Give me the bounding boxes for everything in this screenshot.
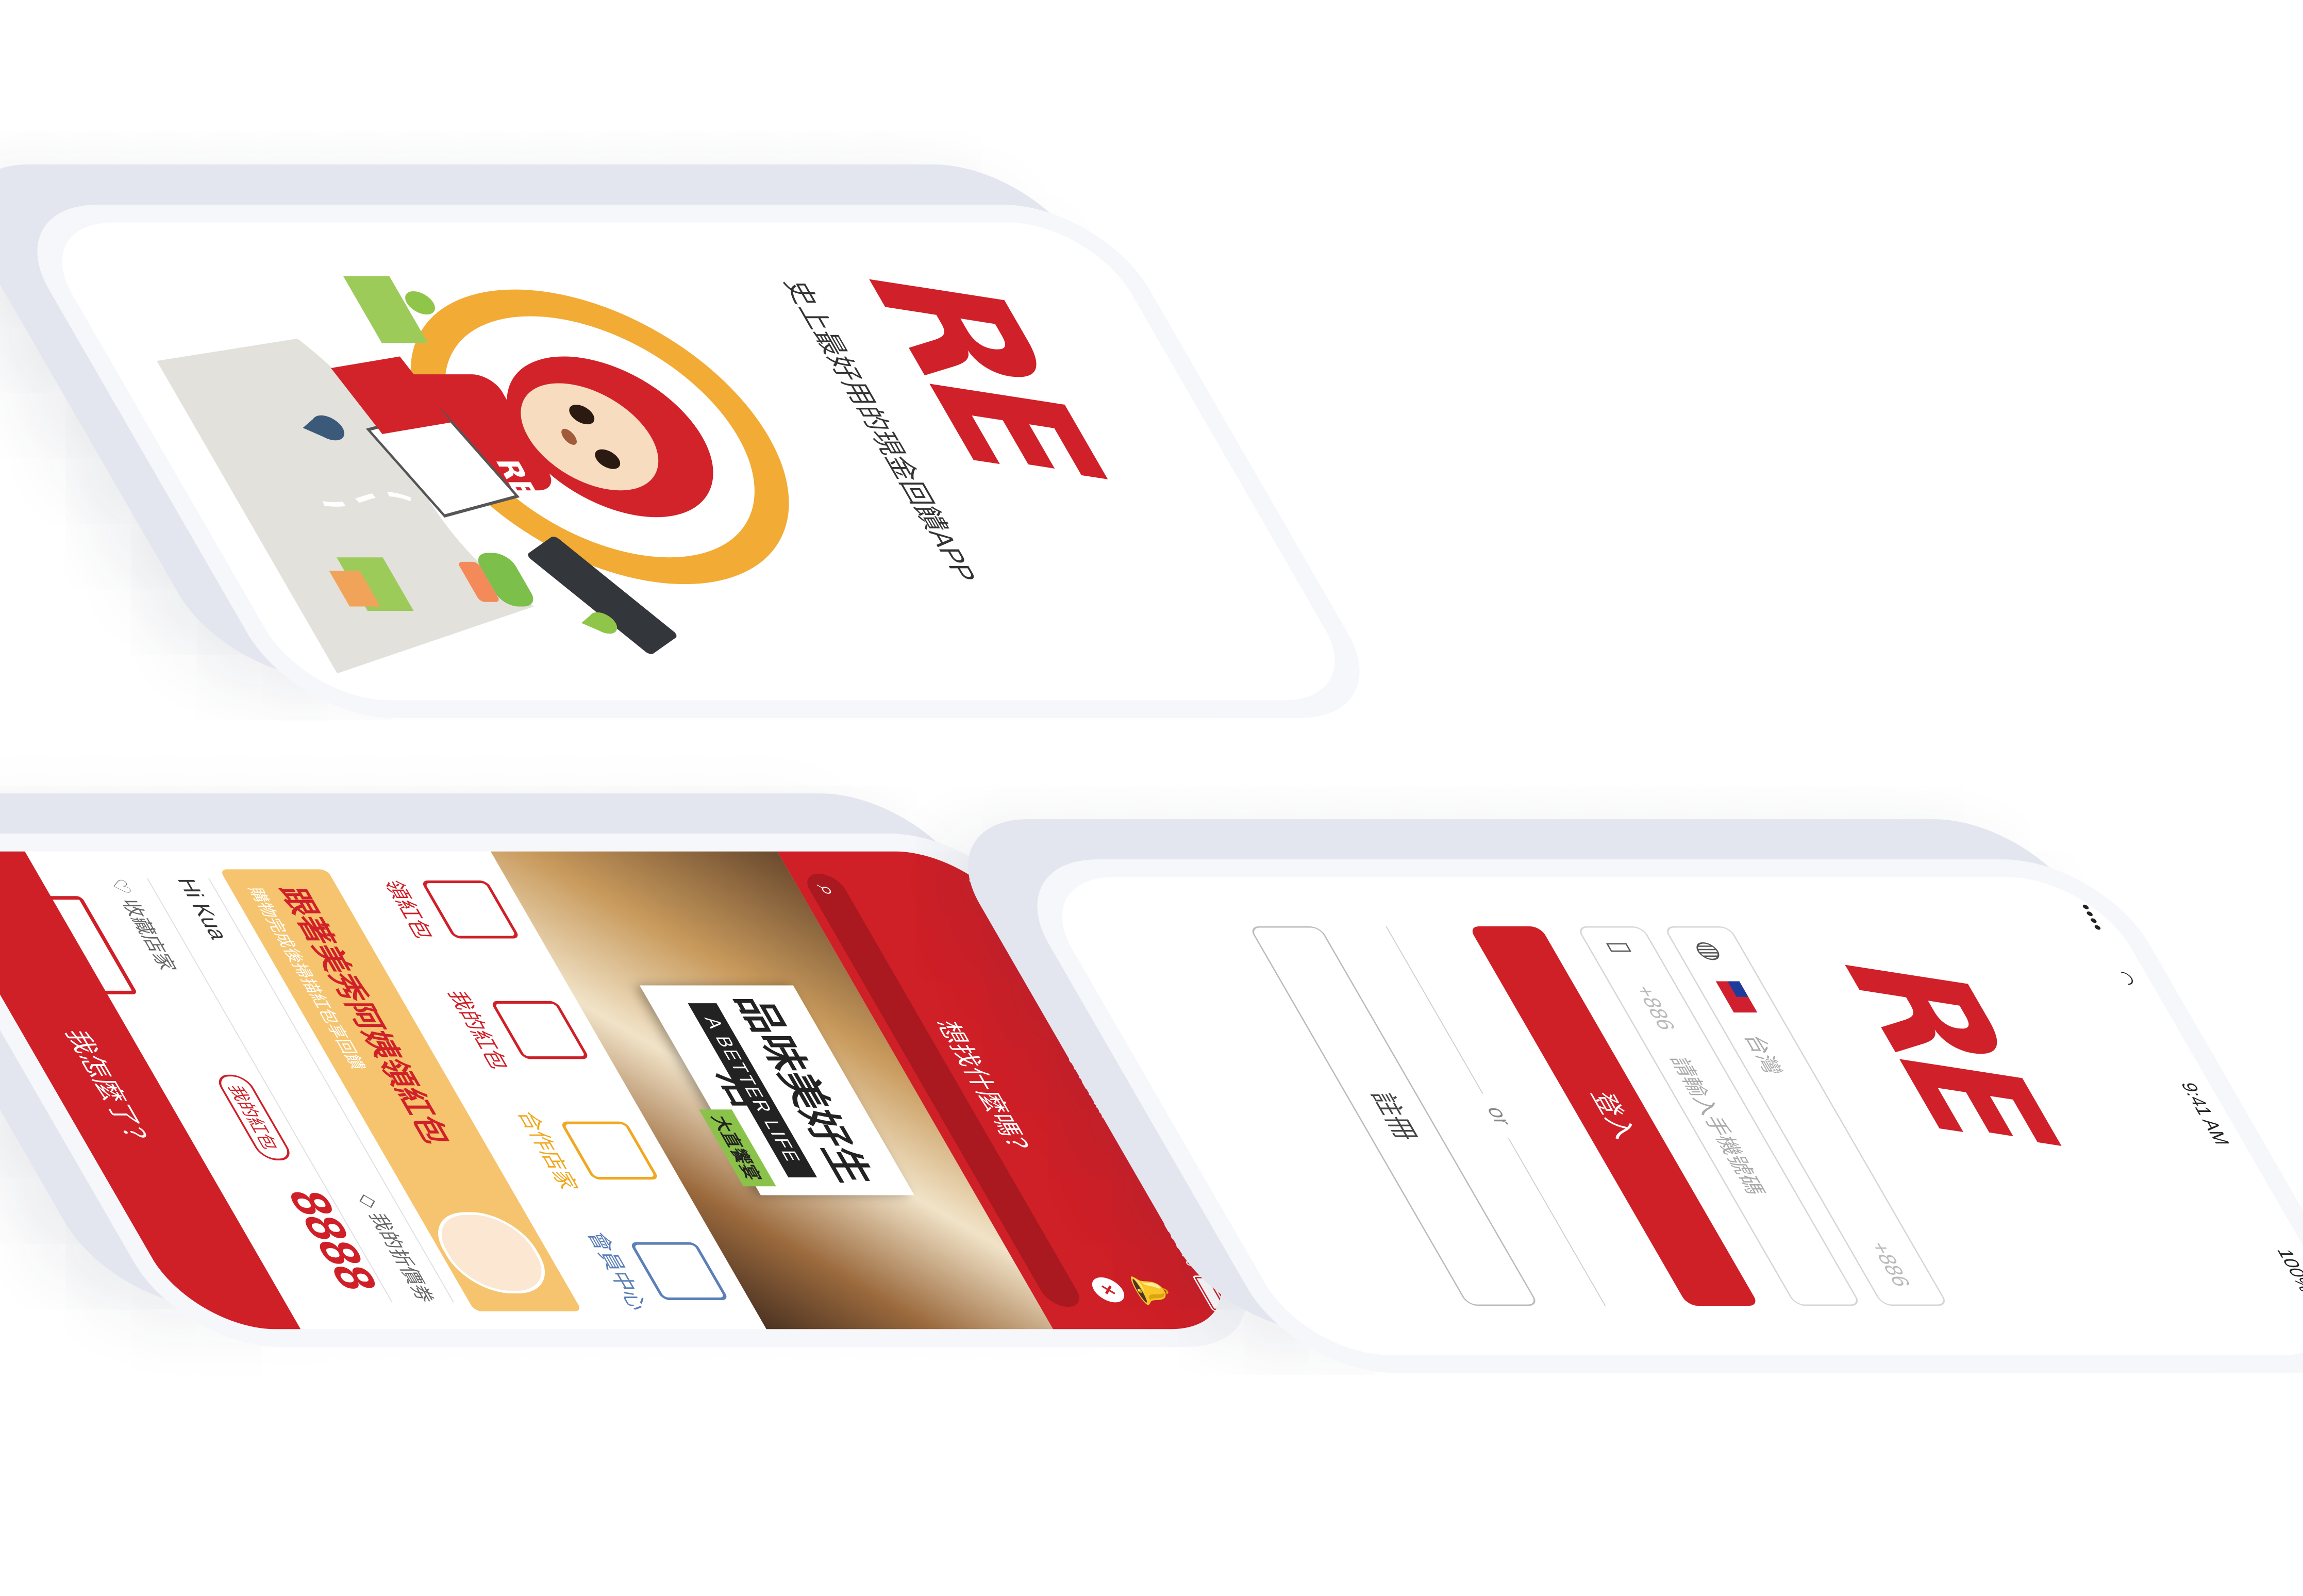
battery-level: 100%: [2272, 1249, 2303, 1293]
redpacket-badge[interactable]: 我的紅包: [213, 1074, 295, 1160]
splash-screen: RE 史上最好用的現金回饋APP RE: [30, 222, 1366, 701]
phone-code: +886: [1629, 986, 1681, 1030]
avatar: [421, 1212, 562, 1294]
search-icon: ⌕: [811, 884, 845, 896]
globe-icon: ◍: [1689, 941, 1731, 961]
taiwan-flag-icon: [1715, 981, 1758, 1013]
banner-title: 品味美好生活: [707, 996, 882, 1184]
wifi-icon: ◠: [997, 945, 1028, 960]
or-text: or: [1474, 1094, 1525, 1138]
phone-icon: ▯: [1601, 941, 1639, 954]
status-bar: •••• ◠ 9:41 AM 100%: [2049, 877, 2303, 1355]
heart-icon: ♡: [104, 878, 139, 900]
country-name: 台灣: [1739, 1035, 1787, 1074]
wifi-icon: ◠: [2110, 971, 2141, 986]
splash-phone: RE 史上最好用的現金回饋APP RE: [0, 205, 1397, 718]
signal-icon: ••••: [959, 878, 997, 906]
signal-icon: ••••: [2073, 904, 2111, 932]
tag-icon: ◇: [353, 1194, 387, 1213]
favorites-link-label: 收藏店家: [116, 899, 180, 971]
country-code: +886: [1865, 1242, 1916, 1287]
re-logo-icon: RE: [1807, 962, 2088, 1139]
